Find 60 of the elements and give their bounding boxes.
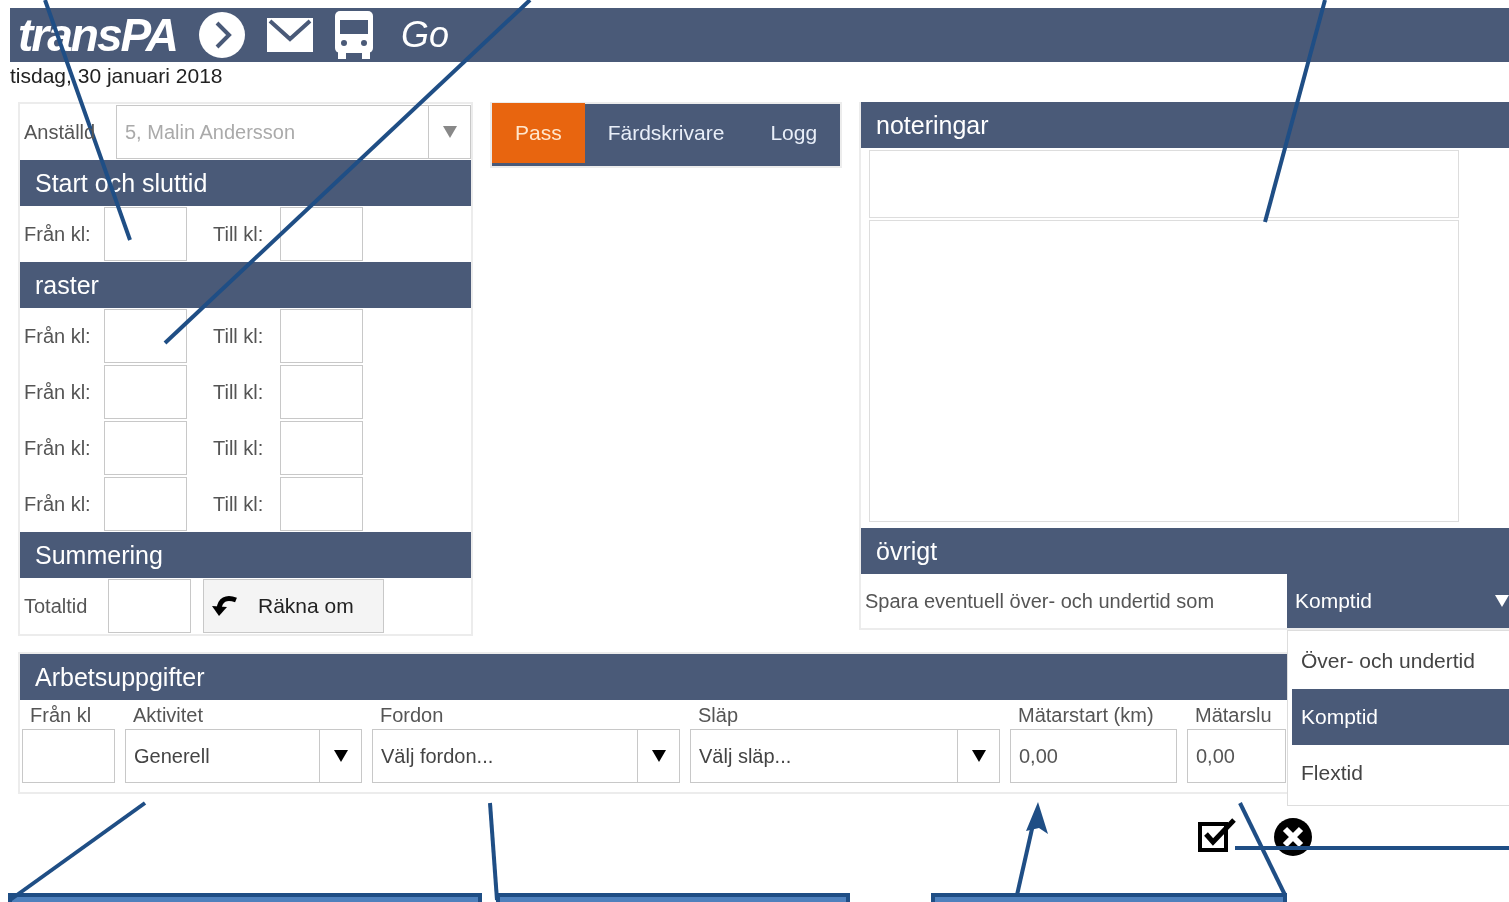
go-link[interactable]: Go <box>401 14 449 56</box>
forward-icon[interactable] <box>199 12 245 58</box>
from-time-label: Från kl: <box>24 436 92 460</box>
select-field[interactable]: Välj släp... <box>690 729 1000 783</box>
column-label: Aktivitet <box>132 704 205 727</box>
column-label: Släp <box>697 704 740 727</box>
logo: transPA <box>18 8 177 62</box>
to-time-field[interactable] <box>280 309 363 363</box>
to-time-field[interactable] <box>280 365 363 419</box>
mail-icon[interactable] <box>267 18 313 52</box>
to-time-field[interactable] <box>280 477 363 531</box>
caret-icon <box>651 750 666 762</box>
column-label: Mätarslu <box>1194 704 1273 727</box>
from-time-field[interactable] <box>104 207 187 261</box>
to-time-label: Till kl: <box>213 380 265 404</box>
from-time-field[interactable] <box>104 421 187 475</box>
from-time-label: Från kl: <box>24 380 92 404</box>
caret-icon <box>442 126 457 138</box>
from-time-field[interactable] <box>104 365 187 419</box>
to-time-label: Till kl: <box>213 324 265 348</box>
overtime-label: Spara eventuell över- och undertid som <box>865 589 1215 613</box>
section-header: noteringar <box>861 102 1509 148</box>
select-field[interactable]: Generell <box>125 729 362 783</box>
recalc-button[interactable]: Räkna om <box>203 579 384 633</box>
date-text: tisdag, 30 januari 2018 <box>10 63 224 89</box>
column-label: Från kl <box>29 704 93 727</box>
from-time-field[interactable] <box>104 477 187 531</box>
total-label: Totaltid <box>24 594 89 618</box>
section-header: övrigt <box>861 528 1509 574</box>
caret-icon <box>333 750 348 762</box>
menu-item[interactable]: Komptid <box>1292 689 1509 745</box>
to-time-field[interactable] <box>280 207 363 261</box>
column-label: Mätarstart (km) <box>1017 704 1155 727</box>
checkbox-check-icon[interactable] <box>1198 818 1236 852</box>
input-field[interactable] <box>22 729 115 783</box>
to-time-label: Till kl: <box>213 492 265 516</box>
bus-icon[interactable] <box>335 11 373 59</box>
to-time-field[interactable] <box>280 421 363 475</box>
input-field[interactable]: 0,00 <box>1187 729 1286 783</box>
tab[interactable]: Logg <box>747 103 841 163</box>
input-field[interactable]: 0,00 <box>1010 729 1177 783</box>
tab[interactable]: Färdskrivare <box>584 103 748 163</box>
section-header: Summering <box>20 532 471 578</box>
from-time-field[interactable] <box>104 309 187 363</box>
to-time-label: Till kl: <box>213 222 265 246</box>
from-time-label: Från kl: <box>24 324 92 348</box>
to-time-label: Till kl: <box>213 436 265 460</box>
close-icon[interactable] <box>1274 818 1312 856</box>
undo-arrow-icon <box>212 594 238 618</box>
from-time-label: Från kl: <box>24 492 92 516</box>
select-field[interactable]: Välj fordon... <box>372 729 680 783</box>
caret-icon <box>1495 595 1509 607</box>
caret-icon <box>971 750 986 762</box>
total-field[interactable] <box>108 579 191 633</box>
section-header: raster <box>20 262 471 308</box>
note-field[interactable] <box>869 150 1459 218</box>
note-area[interactable] <box>869 220 1459 522</box>
overtime-select[interactable]: Komptid <box>1287 574 1509 628</box>
from-time-label: Från kl: <box>24 222 92 246</box>
column-label: Fordon <box>379 704 445 727</box>
